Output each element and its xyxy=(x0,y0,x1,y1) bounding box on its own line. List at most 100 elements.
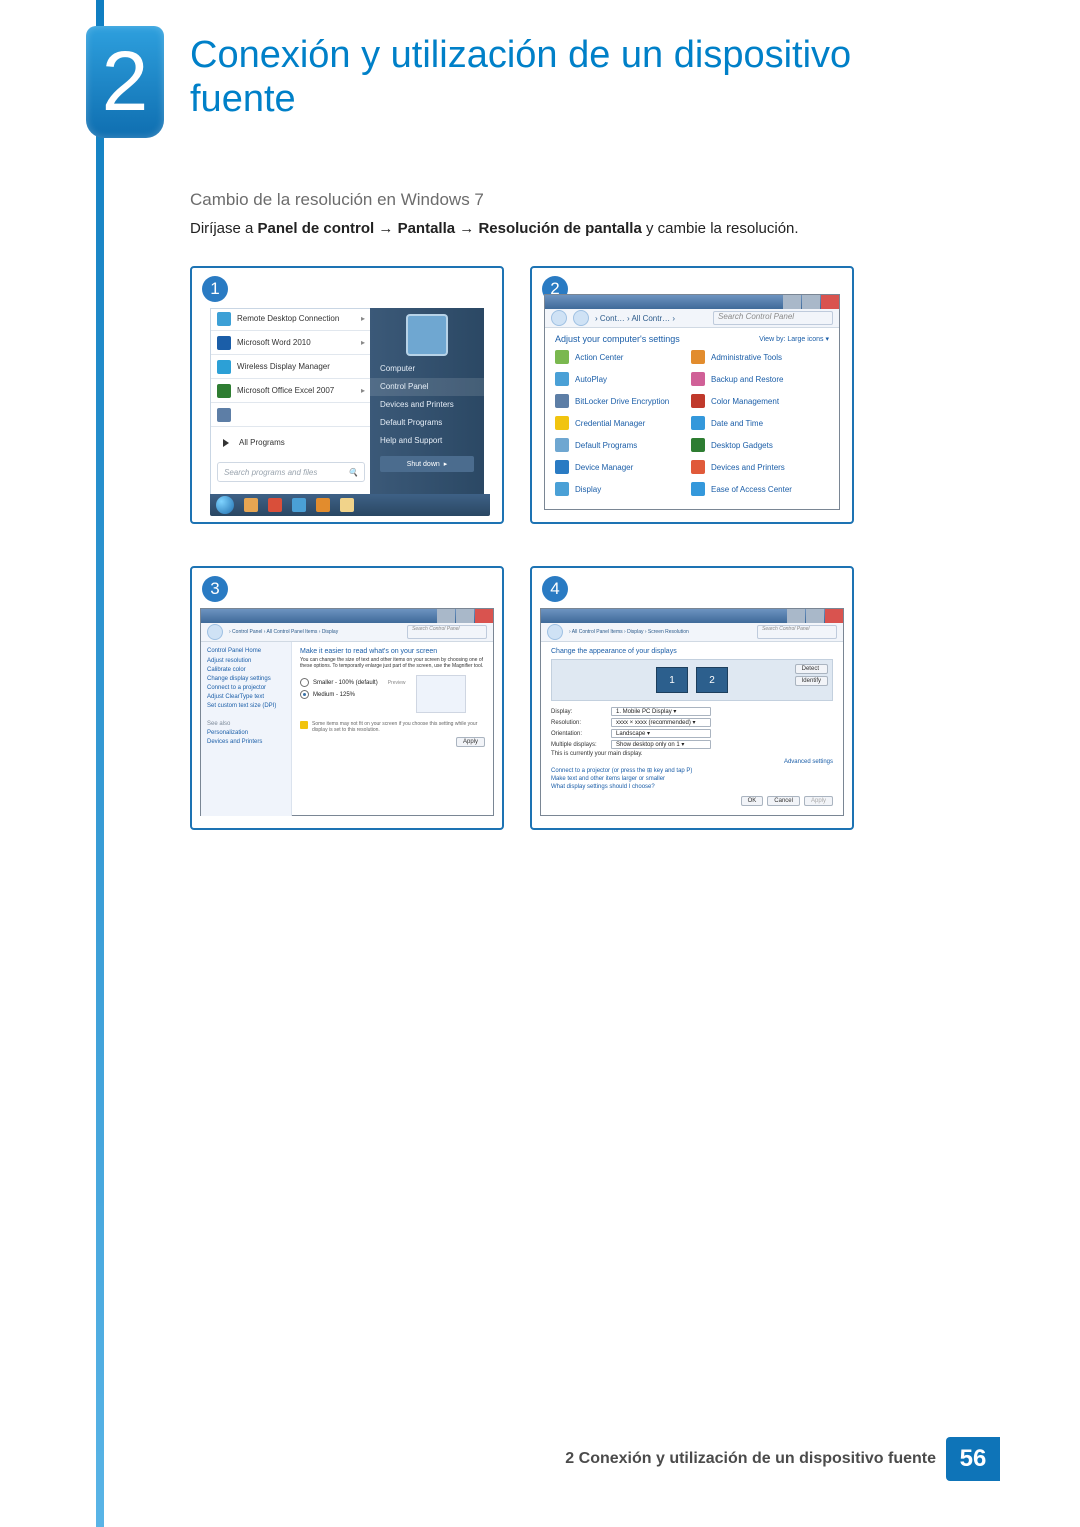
search-input[interactable]: Search Control Panel xyxy=(407,625,487,639)
start-right-item[interactable]: Default Programs xyxy=(370,414,484,432)
breadcrumb[interactable]: › Cont… › All Contr… › xyxy=(595,314,675,323)
radio-label: Smaller - 100% (default) xyxy=(313,680,378,686)
cp-item-date-time[interactable]: Date and Time xyxy=(691,416,819,430)
maximize-button[interactable] xyxy=(802,295,820,309)
wireless-icon xyxy=(217,360,231,374)
view-by-selector[interactable]: View by: Large icons ▾ xyxy=(759,335,829,343)
cp-item-action-center[interactable]: Action Center xyxy=(555,350,683,364)
start-item[interactable]: Microsoft Office Excel 2007▸ xyxy=(211,381,371,400)
breadcrumb[interactable]: › All Control Panel Items › Display › Sc… xyxy=(569,629,689,635)
cp-item-devices-printers[interactable]: Devices and Printers xyxy=(691,460,819,474)
sidebar-link[interactable]: Change display settings xyxy=(207,676,285,682)
close-button[interactable] xyxy=(825,609,843,623)
identify-button[interactable]: Identify xyxy=(795,676,828,686)
detect-button[interactable]: Detect xyxy=(795,664,828,674)
cp-item-bitlocker[interactable]: BitLocker Drive Encryption xyxy=(555,394,683,408)
sidebar-link[interactable]: Adjust ClearType text xyxy=(207,694,285,700)
display-select[interactable]: 1. Mobile PC Display ▾ xyxy=(611,707,711,716)
start-item[interactable]: Wireless Display Manager xyxy=(211,357,371,376)
search-input[interactable]: Search Control Panel xyxy=(757,625,837,639)
maximize-button[interactable] xyxy=(456,609,474,623)
avatar xyxy=(406,314,448,356)
all-programs-icon xyxy=(219,436,233,450)
start-right-item[interactable]: Help and Support xyxy=(370,432,484,450)
cp-item-device-manager[interactable]: Device Manager xyxy=(555,460,683,474)
cancel-button[interactable]: Cancel xyxy=(767,796,800,806)
cp-item-credentials[interactable]: Credential Manager xyxy=(555,416,683,430)
ok-button[interactable]: OK xyxy=(741,796,764,806)
start-item-label: Remote Desktop Connection xyxy=(237,314,339,323)
cp-item-autoplay[interactable]: AutoPlay xyxy=(555,372,683,386)
cp-item-ease-of-access[interactable]: Ease of Access Center xyxy=(691,482,819,496)
taskbar-icon[interactable] xyxy=(340,498,354,512)
see-also-heading: See also xyxy=(207,721,285,727)
page-number: 56 xyxy=(946,1437,1000,1481)
sidebar-link[interactable]: Adjust resolution xyxy=(207,658,285,664)
back-button[interactable] xyxy=(551,310,567,326)
start-orb-icon[interactable] xyxy=(216,496,234,514)
back-button[interactable] xyxy=(547,624,563,640)
cp-item-label: Display xyxy=(575,485,601,494)
sidebar-link[interactable]: Calibrate color xyxy=(207,667,285,673)
panel-badge-4: 4 xyxy=(542,576,568,602)
sidebar-link[interactable]: Personalization xyxy=(207,730,285,736)
radio-smaller[interactable]: Smaller - 100% (default)Preview xyxy=(300,678,406,687)
cp-item-color[interactable]: Color Management xyxy=(691,394,819,408)
window: › All Control Panel Items › Display › Sc… xyxy=(540,608,844,816)
text-size-link[interactable]: Make text and other items larger or smal… xyxy=(551,776,833,782)
minimize-button[interactable] xyxy=(787,609,805,623)
monitor-2[interactable]: 2 xyxy=(696,667,728,693)
monitor-1[interactable]: 1 xyxy=(656,667,688,693)
cp-item-display[interactable]: Display xyxy=(555,482,683,496)
orientation-select[interactable]: Landscape ▾ xyxy=(611,729,711,738)
minimize-button[interactable] xyxy=(783,295,801,309)
display-body: Control Panel Home Adjust resolution Cal… xyxy=(201,642,493,816)
start-right-item-selected[interactable]: Control Panel xyxy=(370,378,484,396)
panel-badge-1: 1 xyxy=(202,276,228,302)
search-input[interactable]: Search programs and files 🔍 xyxy=(217,462,365,482)
back-button[interactable] xyxy=(207,624,223,640)
multiple-select[interactable]: Show desktop only on 1 ▾ xyxy=(611,740,711,749)
cp-item-default-programs[interactable]: Default Programs xyxy=(555,438,683,452)
panel-control-panel: 2 › Cont… › All Contr… › Search Control … xyxy=(530,266,854,524)
taskbar-icon[interactable] xyxy=(244,498,258,512)
side-stripe xyxy=(96,0,104,1527)
start-right-item[interactable]: Computer xyxy=(370,360,484,378)
cp-item-admin-tools[interactable]: Administrative Tools xyxy=(691,350,819,364)
resolution-heading: Change the appearance of your displays xyxy=(551,648,833,655)
start-menu-left: Remote Desktop Connection▸ Microsoft Wor… xyxy=(210,308,371,508)
help-link[interactable]: What display settings should I choose? xyxy=(551,784,833,790)
advanced-link[interactable]: Advanced settings xyxy=(551,759,833,765)
all-programs[interactable]: All Programs xyxy=(211,429,371,456)
sidebar-link[interactable]: Set custom text size (DPI) xyxy=(207,703,285,709)
breadcrumb[interactable]: › Control Panel › All Control Panel Item… xyxy=(229,629,338,635)
maximize-button[interactable] xyxy=(806,609,824,623)
cp-item-backup[interactable]: Backup and Restore xyxy=(691,372,819,386)
start-item[interactable]: Remote Desktop Connection▸ xyxy=(211,309,371,328)
search-input[interactable]: Search Control Panel xyxy=(713,311,833,325)
taskbar-icon[interactable] xyxy=(316,498,330,512)
sidebar-link[interactable]: Connect to a projector xyxy=(207,685,285,691)
cp-item-gadgets[interactable]: Desktop Gadgets xyxy=(691,438,819,452)
kv-key: Resolution: xyxy=(551,720,603,726)
start-item[interactable]: Microsoft Word 2010▸ xyxy=(211,333,371,352)
close-button[interactable] xyxy=(821,295,839,309)
start-item-blank[interactable] xyxy=(211,405,371,424)
radio-medium[interactable]: Medium - 125% xyxy=(300,690,406,699)
forward-button[interactable] xyxy=(573,310,589,326)
apply-button[interactable]: Apply xyxy=(804,796,833,806)
minimize-button[interactable] xyxy=(437,609,455,623)
apply-button[interactable]: Apply xyxy=(456,737,485,747)
shutdown-button[interactable]: Shut down▸ xyxy=(380,456,474,472)
projector-link[interactable]: Connect to a projector (or press the ⊞ k… xyxy=(551,767,833,774)
taskbar xyxy=(210,494,490,516)
close-button[interactable] xyxy=(475,609,493,623)
instruction-pre: Diríjase a xyxy=(190,220,258,237)
display-title: Make it easier to read what's on your sc… xyxy=(300,648,485,655)
sidebar-link[interactable]: Devices and Printers xyxy=(207,739,285,745)
start-item-label: Microsoft Word 2010 xyxy=(237,338,311,347)
resolution-select[interactable]: xxxx × xxxx (recommended) ▾ xyxy=(611,718,711,727)
start-right-item[interactable]: Devices and Printers xyxy=(370,396,484,414)
taskbar-icon[interactable] xyxy=(292,498,306,512)
taskbar-icon[interactable] xyxy=(268,498,282,512)
